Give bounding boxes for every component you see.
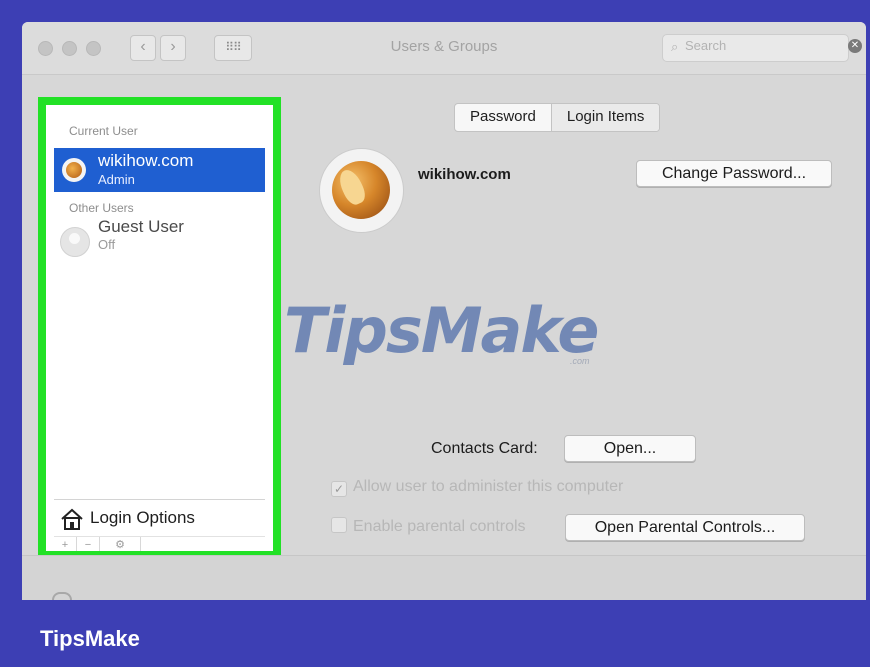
search-input[interactable] bbox=[685, 38, 835, 53]
user-list-sidebar: Current User wikihow.com Admin Other Use… bbox=[54, 113, 265, 551]
allow-admin-checkbox[interactable]: ✓ bbox=[331, 481, 347, 497]
tab-bar: Password Login Items bbox=[454, 103, 661, 132]
open-parental-controls-button[interactable]: Open Parental Controls... bbox=[565, 514, 805, 541]
guest-avatar bbox=[60, 227, 90, 257]
parental-controls-label: Enable parental controls bbox=[353, 518, 526, 535]
guest-user-name: Guest User bbox=[98, 217, 184, 236]
add-user-button[interactable]: + bbox=[54, 537, 77, 551]
users-groups-window: ‹ › ⠿⠿ Users & Groups ⌕ ✕ Current User w… bbox=[22, 22, 866, 600]
contacts-card-label: Contacts Card: bbox=[431, 440, 538, 457]
login-options-item[interactable]: Login Options + − ⚙ bbox=[54, 499, 265, 551]
tab-login-items[interactable]: Login Items bbox=[550, 104, 660, 131]
remove-user-button[interactable]: − bbox=[77, 537, 100, 551]
title-bar: ‹ › ⠿⠿ Users & Groups ⌕ ✕ bbox=[22, 22, 866, 75]
current-user-role: Admin bbox=[98, 172, 135, 187]
gear-icon[interactable]: ⚙ bbox=[100, 537, 141, 551]
lock-icon[interactable] bbox=[52, 592, 72, 600]
profile-name: wikihow.com bbox=[418, 166, 511, 183]
login-options-label: Login Options bbox=[90, 508, 195, 527]
clear-search-icon[interactable]: ✕ bbox=[848, 39, 862, 53]
contacts-open-button[interactable]: Open... bbox=[564, 435, 696, 462]
change-password-button[interactable]: Change Password... bbox=[636, 160, 832, 187]
user-list-item-current[interactable]: wikihow.com Admin bbox=[54, 148, 265, 192]
user-avatar bbox=[62, 158, 86, 182]
sidebar-highlight-frame: Current User wikihow.com Admin Other Use… bbox=[38, 97, 281, 559]
user-list-item-guest[interactable]: Guest User Off bbox=[54, 213, 265, 263]
home-icon bbox=[61, 508, 83, 530]
current-user-heading: Current User bbox=[69, 124, 138, 138]
parental-controls-row[interactable]: Enable parental controls bbox=[331, 517, 526, 536]
allow-admin-label: Allow user to administer this computer bbox=[353, 478, 624, 495]
search-icon: ⌕ bbox=[671, 39, 679, 54]
guest-user-status: Off bbox=[98, 237, 116, 252]
current-user-name: wikihow.com bbox=[98, 151, 194, 170]
tab-password[interactable]: Password bbox=[455, 104, 551, 131]
profile-picture[interactable] bbox=[319, 148, 404, 233]
allow-admin-row[interactable]: ✓ Allow user to administer this computer bbox=[331, 478, 623, 497]
window-footer bbox=[22, 555, 866, 600]
watermark-suffix: .com bbox=[570, 356, 590, 366]
parental-controls-checkbox[interactable] bbox=[331, 517, 347, 533]
search-field[interactable]: ⌕ bbox=[662, 34, 849, 62]
watermark: TipsMake bbox=[284, 294, 599, 367]
brand-label: TipsMake bbox=[40, 626, 140, 651]
sidebar-toolbar: + − ⚙ bbox=[54, 536, 265, 551]
